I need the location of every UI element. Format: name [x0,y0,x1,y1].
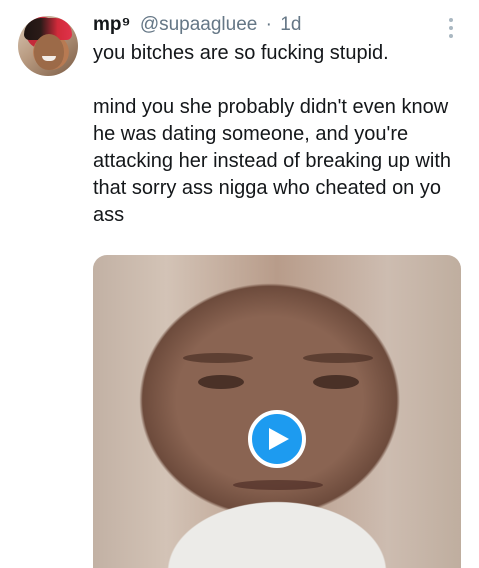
thumbnail-detail [233,480,323,490]
avatar-face [34,34,64,70]
more-dot [449,18,453,22]
thumbnail-detail [183,353,253,363]
tweet-text: you bitches are so fucking stupid. mind … [93,40,468,229]
user-handle[interactable]: @supaagluee [140,14,258,35]
play-icon[interactable] [248,410,306,468]
more-vertical-icon[interactable] [443,15,459,41]
tweet[interactable]: mp⁹ @supaagluee · 1d you bitches are so … [0,0,479,568]
more-dot [449,26,453,30]
video-thumbnail[interactable] [93,255,461,568]
thumbnail-detail [198,375,244,389]
timestamp[interactable]: 1d [280,14,301,35]
thumbnail-detail [313,375,359,389]
play-triangle [269,428,289,450]
avatar[interactable] [18,16,78,76]
separator-dot: · [265,14,272,35]
tweet-header: mp⁹ @supaagluee · 1d [93,12,439,38]
tweet-paragraph: mind you she probably didn't even know h… [93,96,451,226]
thumbnail-detail [303,353,373,363]
display-name[interactable]: mp⁹ [93,14,131,35]
more-dot [449,34,453,38]
tweet-paragraph: you bitches are so fucking stupid. [93,42,389,64]
